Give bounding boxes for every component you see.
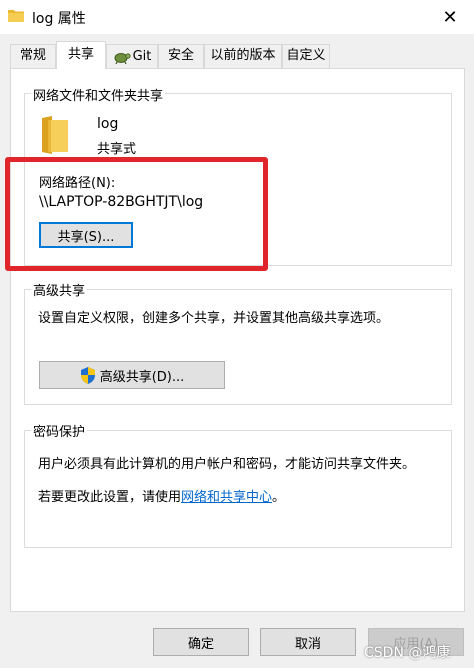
- network-sharing-center-link[interactable]: 网络和共享中心: [181, 490, 272, 505]
- window-title: log 属性: [32, 11, 86, 27]
- tab-previous-versions[interactable]: 以前的版本: [204, 44, 282, 68]
- network-sharing-group-title: 网络文件和文件夹共享: [31, 85, 166, 104]
- change-setting-prefix: 若要更改此设置，请使用: [38, 490, 182, 505]
- change-setting-line: 若要更改此设置，请使用网络和共享中心。: [38, 486, 285, 505]
- password-protection-description: 用户必须具有此计算机的用户帐户和密码，才能访问共享文件夹。: [38, 457, 416, 472]
- advanced-sharing-button-label: 高级共享(D)...: [99, 369, 185, 385]
- folder-icon: [8, 10, 24, 22]
- highlight-box: [5, 157, 268, 271]
- tab-security[interactable]: 安全: [158, 44, 204, 68]
- tab-customize[interactable]: 自定义: [282, 44, 330, 68]
- tab-git[interactable]: Git: [106, 44, 158, 68]
- folder-name: log: [97, 116, 119, 132]
- uac-shield-icon: [80, 366, 95, 384]
- ok-button[interactable]: 确定: [153, 628, 249, 656]
- cancel-button[interactable]: 取消: [260, 628, 356, 656]
- watermark: CSDN @鸿康: [364, 645, 451, 661]
- share-status: 共享式: [97, 142, 137, 157]
- shared-folder-icon: [42, 116, 68, 154]
- password-protection-group-title: 密码保护: [31, 421, 88, 440]
- tab-general[interactable]: 常规: [10, 44, 56, 68]
- change-setting-suffix: 。: [272, 490, 286, 505]
- tab-sharing[interactable]: 共享: [56, 41, 106, 69]
- advanced-sharing-group-title: 高级共享: [31, 280, 88, 299]
- tortoise-git-icon: [114, 52, 131, 64]
- advanced-sharing-button[interactable]: 高级共享(D)...: [39, 361, 225, 389]
- tab-git-label: Git: [132, 48, 152, 64]
- close-button[interactable]: ✕: [426, 0, 474, 34]
- advanced-sharing-description: 设置自定义权限，创建多个共享，并设置其他高级共享选项。: [38, 311, 390, 326]
